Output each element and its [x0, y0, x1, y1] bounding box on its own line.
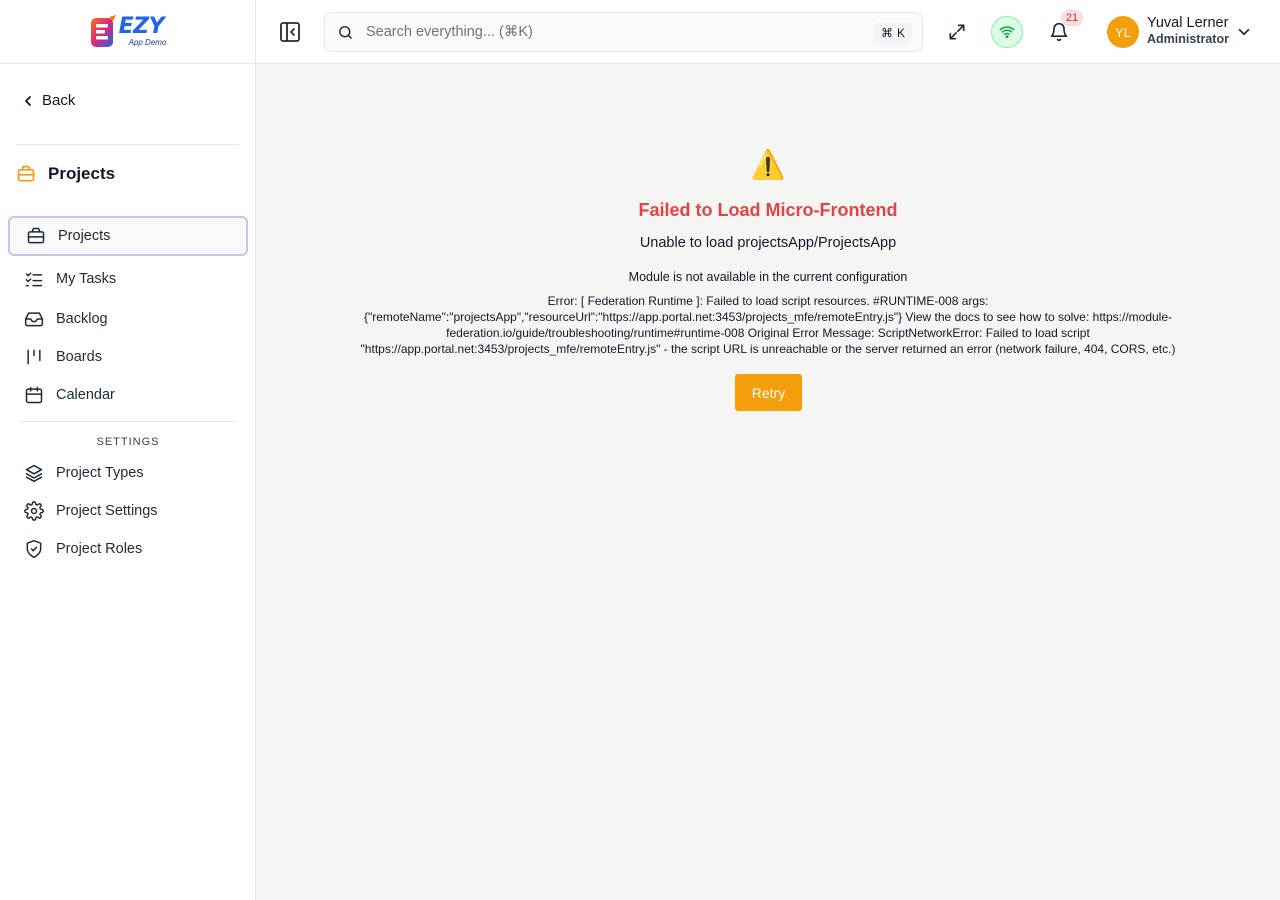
search-icon — [339, 25, 352, 39]
logo-wordmark: EZY — [118, 14, 165, 39]
error-subtitle: Unable to load projectsApp/ProjectsApp — [639, 235, 897, 251]
retry-button[interactable]: Retry — [735, 374, 802, 411]
sidebar-item-label: Projects — [58, 228, 111, 244]
top-header: ⌘ K 21 YL Yuval Lerner Administrator — [256, 0, 1280, 64]
sidebar-divider — [20, 421, 235, 422]
sidebar-item-label: Calendar — [56, 387, 115, 403]
sidebar: EZY App Demo Back Projects Projects My T… — [0, 0, 256, 900]
avatar[interactable]: YL — [1107, 16, 1139, 48]
wifi-icon — [999, 26, 1015, 39]
sidebar-toggle-button[interactable] — [278, 20, 302, 44]
connection-status[interactable] — [991, 16, 1023, 48]
search-box[interactable]: ⌘ K — [324, 12, 923, 52]
sidebar-item-label: Project Types — [56, 465, 144, 481]
calendar-icon — [25, 386, 43, 404]
shield-check-icon — [26, 539, 42, 559]
user-name: Yuval Lerner — [1147, 15, 1229, 31]
search-input[interactable] — [366, 24, 846, 40]
error-title: Failed to Load Micro-Frontend — [638, 200, 898, 220]
sidebar-item-label: Backlog — [56, 311, 108, 327]
sidebar-item-projects[interactable]: Projects — [8, 216, 248, 256]
sidebar-section-title: Projects — [16, 164, 115, 184]
logo-subtitle: App Demo — [128, 38, 167, 47]
logo-mark-icon — [90, 14, 116, 47]
warning-icon: ⚠️ — [750, 149, 786, 180]
back-label: Back — [42, 92, 76, 109]
sidebar-item-project-settings[interactable]: Project Settings — [8, 491, 248, 531]
sidebar-item-label: Boards — [56, 349, 102, 365]
command-key-icon: ⌘ — [880, 26, 893, 40]
sidebar-item-calendar[interactable]: Calendar — [8, 375, 248, 415]
back-button[interactable]: Back — [22, 92, 75, 109]
panel-collapse-icon — [280, 22, 300, 42]
user-info[interactable]: Yuval Lerner Administrator — [1147, 15, 1229, 47]
gear-icon — [24, 501, 44, 521]
kanban-icon — [27, 349, 41, 365]
error-detail: Error: [ Federation Runtime ]: Failed to… — [360, 294, 1176, 356]
chevron-left-icon — [25, 95, 31, 106]
sidebar-item-boards[interactable]: Boards — [8, 337, 248, 377]
chevron-down-icon[interactable] — [1235, 23, 1253, 41]
sidebar-item-label: My Tasks — [56, 271, 117, 287]
sidebar-item-backlog[interactable]: Backlog — [8, 299, 248, 339]
error-module-message: Module is not available in the current c… — [628, 270, 908, 284]
sidebar-item-project-roles[interactable]: Project Roles — [8, 529, 248, 569]
briefcase-icon — [27, 227, 45, 244]
inbox-icon — [24, 312, 44, 327]
sidebar-item-label: Project Roles — [56, 541, 143, 557]
expand-icon — [949, 24, 965, 40]
shortcut-key: K — [896, 26, 905, 40]
search-shortcut-hint: ⌘ K — [873, 22, 912, 44]
layers-icon — [25, 464, 43, 483]
fullscreen-button[interactable] — [941, 16, 973, 48]
settings-section-label: SETTINGS — [96, 436, 160, 448]
notification-count-badge: 21 — [1061, 10, 1083, 26]
sidebar-divider — [16, 144, 239, 145]
app-logo[interactable]: EZY App Demo — [89, 14, 167, 49]
sidebar-item-label: Project Settings — [56, 503, 158, 519]
logo-area: EZY App Demo — [0, 0, 255, 64]
briefcase-icon — [17, 165, 35, 182]
sidebar-item-my-tasks[interactable]: My Tasks — [8, 259, 248, 299]
sidebar-item-project-types[interactable]: Project Types — [8, 453, 248, 493]
main-content: ⚠️ Failed to Load Micro-Frontend Unable … — [256, 64, 1280, 900]
user-role: Administrator — [1147, 32, 1229, 47]
list-checks-icon — [25, 272, 43, 287]
